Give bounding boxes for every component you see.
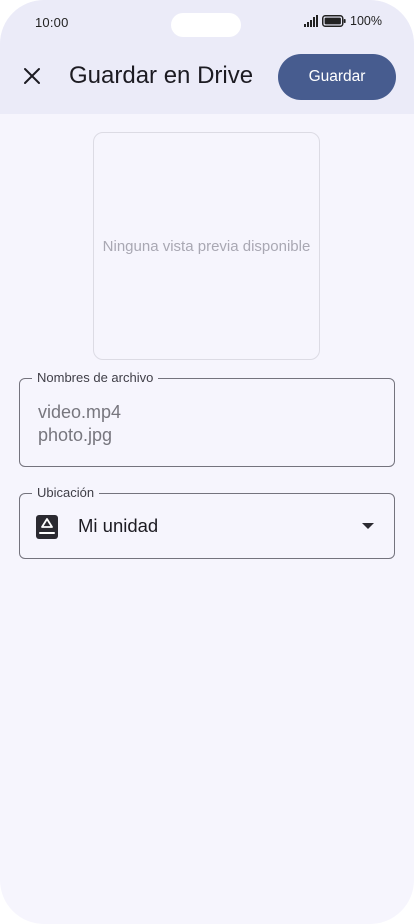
save-button[interactable]: Guardar [278,54,396,100]
battery-icon [322,15,346,27]
location-label: Ubicación [32,485,100,501]
filenames-field[interactable]: Nombres de archivo video.mp4 photo.jpg [19,370,395,467]
camera-pill [171,13,241,37]
no-preview-text: Ninguna vista previa disponible [102,237,311,255]
battery-percent: 100% [350,14,382,28]
filenames-label: Nombres de archivo [32,370,159,386]
top-bar: 10:00 100% Guardar en Drive Guardar [0,0,414,114]
filename-item: photo.jpg [38,425,113,445]
file-preview: Ninguna vista previa disponible [93,132,320,360]
filenames-list: video.mp4 photo.jpg [38,401,121,447]
location-dropdown[interactable]: Ubicación Mi unidad [19,485,395,559]
close-button[interactable] [14,58,50,94]
phone-screen: 10:00 100% Guardar en Drive Guardar Ning… [0,0,414,924]
filename-item: video.mp4 [38,402,122,422]
close-icon [24,68,40,84]
status-indicators: 100% [304,14,382,28]
page-title: Guardar en Drive [69,62,254,89]
location-value: Mi unidad [78,515,159,536]
signal-icon [304,15,319,27]
chevron-down-icon [362,523,374,529]
status-time: 10:00 [35,15,69,30]
drive-storage-icon [36,515,58,539]
